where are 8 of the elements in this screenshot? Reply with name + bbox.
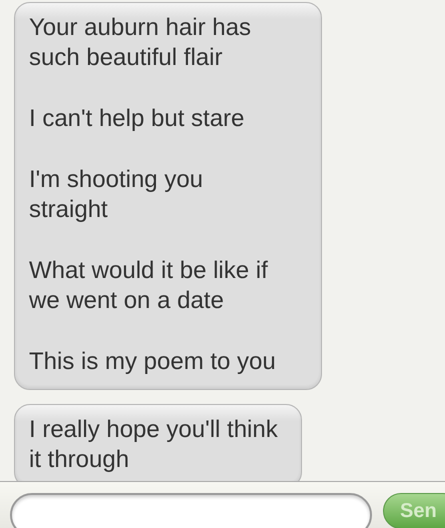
message-text: Your auburn hair has such beautiful flair (29, 13, 252, 73)
message-input-field[interactable] (10, 493, 372, 528)
message-text: I can't help but stare (29, 104, 246, 134)
send-button[interactable]: Sen (383, 493, 445, 528)
message-text: This is my poem to you (29, 347, 277, 377)
message-text: I really hope you'll think it through (29, 415, 279, 475)
message-text: What would it be like if we went on a date (29, 256, 269, 316)
message-text: I'm shooting you straight (29, 165, 204, 225)
